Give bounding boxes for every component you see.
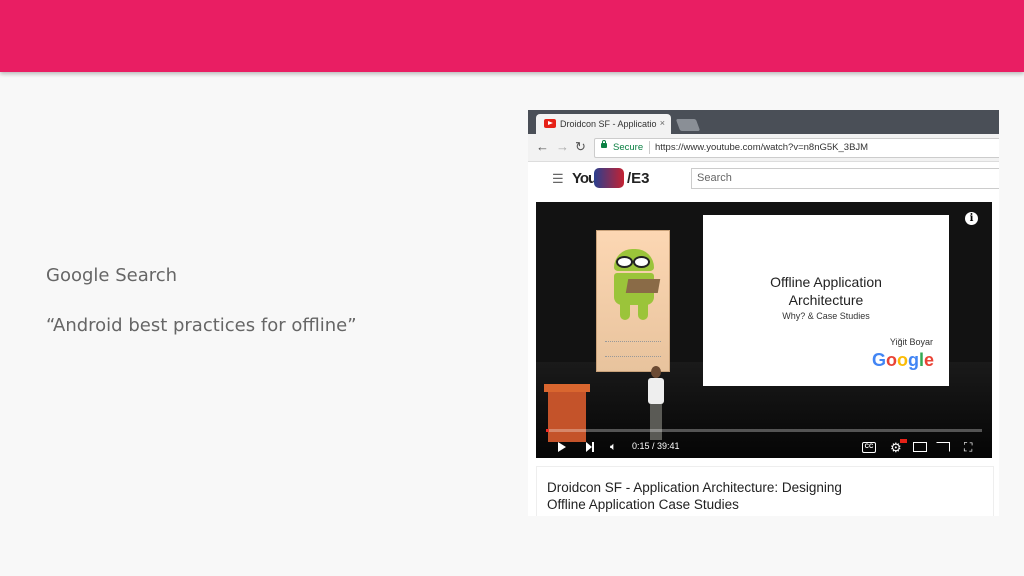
play-icon[interactable] (558, 442, 566, 452)
browser-toolbar: ← → ↻ Secure https://www.youtube.com/wat… (528, 134, 999, 162)
back-arrow-icon[interactable]: ← (536, 140, 549, 154)
slide-subtitle: Why? & Case Studies (782, 311, 870, 321)
volume-icon[interactable]: 🔈︎ (610, 441, 617, 454)
google-logo-letter: o (896, 350, 908, 370)
android-banner (596, 230, 670, 372)
lock-icon (601, 140, 607, 148)
reload-icon[interactable]: ↻ (575, 140, 586, 154)
presentation-slide: Offline Application Architecture Why? & … (703, 215, 949, 386)
video-title[interactable]: Droidcon SF - Application Architecture: … (547, 479, 907, 513)
progress-bar-fill (546, 429, 549, 432)
google-logo-letter: G (871, 350, 886, 370)
search-input[interactable]: Search (691, 168, 999, 189)
google-logo-letter: g (907, 350, 919, 370)
info-icon[interactable]: i (965, 212, 978, 225)
video-title-line2: Offline Application Case Studies (547, 497, 739, 512)
browser-screenshot: Droidcon SF - Applicatio × ← → ↻ Secure … (528, 110, 999, 516)
video-title-card: Droidcon SF - Application Architecture: … (536, 466, 994, 516)
player-controls: 🔈︎ 0:15 / 39:41 CC ⚙ ⛶ (536, 434, 992, 458)
youtube-header: ☰ You /E3 Search (528, 162, 999, 194)
address-bar[interactable]: Secure https://www.youtube.com/watch?v=n… (594, 138, 999, 158)
theater-mode-icon[interactable] (913, 442, 927, 452)
speaker-name: Yiğit Boyar (889, 337, 933, 347)
cast-icon[interactable] (936, 442, 950, 452)
browser-tab[interactable]: Droidcon SF - Applicatio × (536, 114, 671, 134)
banner-sponsor-lines (605, 341, 661, 357)
search-placeholder: Search (697, 172, 732, 184)
video-title-line1: Droidcon SF - Application Architecture: … (547, 480, 842, 495)
secure-label: Secure (613, 142, 644, 153)
fullscreen-icon[interactable]: ⛶ (964, 440, 972, 455)
e3-badge-icon (594, 168, 624, 188)
slide-quote: “Android best practices for offline” (46, 315, 357, 336)
slide-title-line1: Offline Application (770, 274, 882, 290)
tab-close-icon[interactable]: × (660, 118, 665, 128)
google-logo-letter: e (923, 350, 934, 370)
logo-suffix-text: /E3 (627, 170, 650, 187)
new-tab-button[interactable] (675, 119, 701, 131)
slide-header-bar (0, 0, 1024, 72)
time-display: 0:15 / 39:41 (632, 441, 680, 451)
hd-badge-icon (900, 439, 907, 443)
progress-bar[interactable] (546, 429, 982, 432)
logo-you-text: You (572, 170, 597, 187)
url-text[interactable]: https://www.youtube.com/watch?v=n8nG5K_3… (655, 142, 868, 153)
hamburger-menu-icon[interactable]: ☰ (552, 171, 564, 187)
tab-title: Droidcon SF - Applicatio (560, 119, 657, 129)
captions-icon[interactable]: CC (862, 442, 876, 453)
tab-strip: Droidcon SF - Applicatio × (528, 110, 999, 134)
slide-title-line2: Architecture (788, 292, 864, 308)
forward-arrow-icon[interactable]: → (556, 140, 569, 154)
address-separator (649, 141, 650, 154)
video-player[interactable]: Offline Application Architecture Why? & … (536, 202, 992, 458)
slide-heading: Google Search (46, 265, 178, 286)
google-logo-letter: o (885, 350, 897, 370)
google-logo: Google (872, 350, 934, 371)
next-icon[interactable] (586, 442, 594, 452)
youtube-favicon-icon (544, 119, 556, 128)
android-mascot-icon (609, 249, 661, 329)
